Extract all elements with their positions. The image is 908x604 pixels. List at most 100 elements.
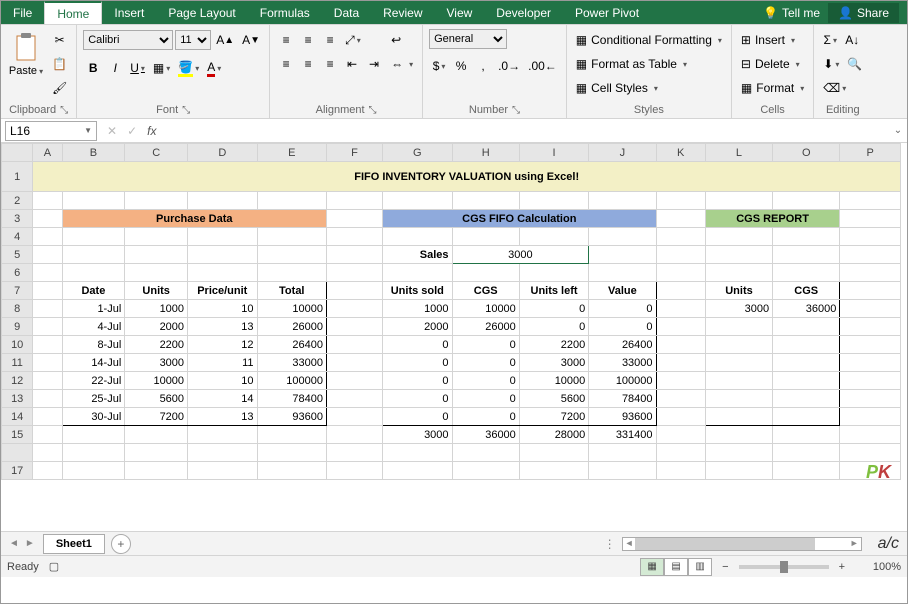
format-painter-button[interactable]: 🖌 bbox=[49, 77, 70, 99]
col-header[interactable]: B bbox=[62, 144, 125, 162]
find-select-button[interactable]: 🔍 bbox=[844, 53, 865, 75]
col-left[interactable]: Units left bbox=[519, 282, 588, 300]
fx-icon[interactable]: fx bbox=[147, 124, 156, 138]
cell[interactable]: 1000 bbox=[125, 300, 188, 318]
sheet-tab[interactable]: Sheet1 bbox=[43, 534, 105, 554]
horizontal-scrollbar[interactable]: ◄► bbox=[622, 537, 862, 551]
cell[interactable]: 36000 bbox=[773, 300, 840, 318]
cell[interactable]: 0 bbox=[589, 300, 656, 318]
tab-home[interactable]: Home bbox=[44, 1, 102, 24]
col-header[interactable]: P bbox=[840, 144, 901, 162]
zoom-in-button[interactable]: + bbox=[839, 561, 845, 573]
col-runits[interactable]: Units bbox=[705, 282, 772, 300]
number-launcher[interactable]: ⤡ bbox=[512, 105, 520, 116]
row-header[interactable]: 4 bbox=[2, 228, 33, 246]
tab-review[interactable]: Review bbox=[371, 1, 434, 24]
cancel-formula-icon[interactable]: ✕ bbox=[107, 124, 117, 138]
cell[interactable] bbox=[773, 408, 840, 426]
cell[interactable]: 78400 bbox=[257, 390, 326, 408]
cell[interactable]: 28000 bbox=[519, 426, 588, 444]
row-header[interactable]: 5 bbox=[2, 246, 33, 264]
col-rcgs[interactable]: CGS bbox=[773, 282, 840, 300]
cell[interactable] bbox=[773, 336, 840, 354]
cell[interactable]: 100000 bbox=[257, 372, 326, 390]
number-format-select[interactable]: General bbox=[429, 29, 507, 49]
col-header[interactable]: O bbox=[773, 144, 840, 162]
align-middle-button[interactable]: ≡ bbox=[298, 29, 318, 51]
decrease-font-button[interactable]: A▼ bbox=[239, 29, 263, 51]
tab-view[interactable]: View bbox=[435, 1, 485, 24]
cell[interactable]: 3000 bbox=[383, 426, 452, 444]
expand-formula-bar[interactable]: ⌄ bbox=[889, 125, 907, 136]
sales-value[interactable]: 3000 bbox=[452, 246, 589, 264]
macro-record-icon[interactable]: ▢ bbox=[49, 560, 59, 573]
cell[interactable]: 2200 bbox=[125, 336, 188, 354]
select-all-corner[interactable] bbox=[2, 144, 33, 162]
currency-button[interactable]: $ bbox=[429, 55, 449, 77]
cell[interactable]: 14 bbox=[188, 390, 257, 408]
font-color-button[interactable]: A bbox=[204, 57, 224, 79]
cell[interactable]: 8-Jul bbox=[62, 336, 125, 354]
cell[interactable]: 22-Jul bbox=[62, 372, 125, 390]
sort-filter-button[interactable]: A↓ bbox=[842, 29, 862, 51]
col-header[interactable]: H bbox=[452, 144, 519, 162]
italic-button[interactable]: I bbox=[105, 57, 125, 79]
tellme-search[interactable]: 💡Tell me bbox=[763, 6, 820, 20]
spreadsheet-grid[interactable]: A B C D E F G H I J K L O P 1FIFO INVENT… bbox=[1, 143, 901, 480]
row-header[interactable]: 11 bbox=[2, 354, 33, 372]
cell[interactable]: 0 bbox=[519, 318, 588, 336]
cell[interactable]: 10000 bbox=[452, 300, 519, 318]
cell[interactable]: 0 bbox=[452, 336, 519, 354]
orientation-button[interactable]: ⤢ bbox=[342, 29, 364, 51]
page-layout-view-button[interactable]: ▤ bbox=[664, 558, 688, 576]
col-header[interactable]: G bbox=[383, 144, 452, 162]
cell[interactable]: 33000 bbox=[257, 354, 326, 372]
comma-button[interactable]: , bbox=[473, 55, 493, 77]
cell[interactable]: 0 bbox=[452, 390, 519, 408]
increase-indent-button[interactable]: ⇥ bbox=[364, 53, 384, 75]
row-header[interactable]: 15 bbox=[2, 426, 33, 444]
wrap-text-button[interactable]: ↩ bbox=[388, 29, 416, 51]
cell[interactable]: 26400 bbox=[589, 336, 656, 354]
col-cgs[interactable]: CGS bbox=[452, 282, 519, 300]
col-header[interactable]: J bbox=[589, 144, 656, 162]
cell[interactable]: 10000 bbox=[519, 372, 588, 390]
fill-button[interactable]: ⬇ bbox=[820, 53, 842, 75]
cell[interactable] bbox=[773, 354, 840, 372]
col-value[interactable]: Value bbox=[589, 282, 656, 300]
tab-formulas[interactable]: Formulas bbox=[248, 1, 322, 24]
cell[interactable]: 0 bbox=[383, 354, 452, 372]
sheet-nav-last[interactable]: ► bbox=[25, 538, 35, 549]
cell[interactable] bbox=[705, 372, 772, 390]
col-header[interactable]: A bbox=[33, 144, 62, 162]
cell[interactable]: 10000 bbox=[257, 300, 326, 318]
cell[interactable]: 25-Jul bbox=[62, 390, 125, 408]
zoom-out-button[interactable]: − bbox=[722, 561, 728, 573]
cell[interactable] bbox=[705, 408, 772, 426]
cell[interactable]: 5600 bbox=[125, 390, 188, 408]
row-header[interactable]: 9 bbox=[2, 318, 33, 336]
merge-center-button[interactable]: ⇔ bbox=[388, 53, 416, 75]
cell[interactable]: 14-Jul bbox=[62, 354, 125, 372]
row-header[interactable]: 6 bbox=[2, 264, 33, 282]
col-header[interactable]: I bbox=[519, 144, 588, 162]
font-name-select[interactable]: Calibri bbox=[83, 30, 173, 50]
font-launcher[interactable]: ⤡ bbox=[182, 105, 190, 116]
cell[interactable]: 7200 bbox=[125, 408, 188, 426]
col-header[interactable]: E bbox=[257, 144, 326, 162]
cell[interactable]: 10 bbox=[188, 372, 257, 390]
row-header[interactable]: 8 bbox=[2, 300, 33, 318]
clear-button[interactable]: ⌫ bbox=[820, 77, 849, 99]
formula-input[interactable] bbox=[166, 121, 889, 141]
cell[interactable]: 3000 bbox=[519, 354, 588, 372]
cell[interactable] bbox=[773, 318, 840, 336]
row-header[interactable]: 3 bbox=[2, 210, 33, 228]
cell[interactable]: 93600 bbox=[589, 408, 656, 426]
sales-label[interactable]: Sales bbox=[383, 246, 452, 264]
row-header[interactable]: 2 bbox=[2, 192, 33, 210]
increase-decimal-button[interactable]: .0→ bbox=[495, 55, 523, 77]
cell[interactable]: 0 bbox=[589, 318, 656, 336]
cell[interactable] bbox=[705, 354, 772, 372]
cell[interactable]: 3000 bbox=[125, 354, 188, 372]
row-header[interactable]: 1 bbox=[2, 162, 33, 192]
